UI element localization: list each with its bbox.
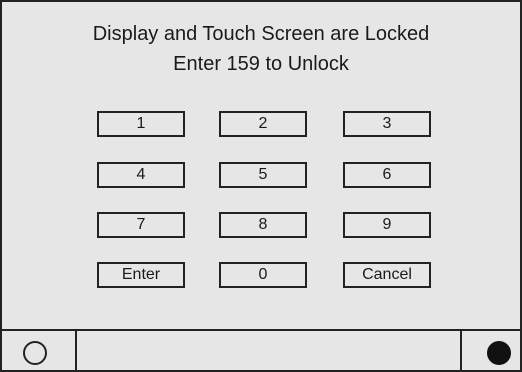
key-9-button[interactable]: 9	[343, 212, 431, 238]
enter-button[interactable]: Enter	[97, 262, 185, 288]
filled-circle-icon[interactable]	[487, 341, 511, 365]
cancel-button[interactable]: Cancel	[343, 262, 431, 288]
key-4-button[interactable]: 4	[97, 162, 185, 188]
right-divider	[460, 331, 462, 372]
left-divider	[75, 331, 77, 372]
key-7-button[interactable]: 7	[97, 212, 185, 238]
key-1-button[interactable]: 1	[97, 111, 185, 137]
key-0-button[interactable]: 0	[219, 262, 307, 288]
key-2-button[interactable]: 2	[219, 111, 307, 137]
bottom-status-bar	[2, 329, 520, 372]
lock-message-line-2: Enter 159 to Unlock	[173, 53, 349, 75]
key-6-button[interactable]: 6	[343, 162, 431, 188]
key-3-button[interactable]: 3	[343, 111, 431, 137]
key-5-button[interactable]: 5	[219, 162, 307, 188]
key-8-button[interactable]: 8	[219, 212, 307, 238]
lock-message-line-1: Display and Touch Screen are Locked	[92, 23, 430, 45]
lock-screen-panel: Display and Touch Screen are Locked Ente…	[0, 0, 522, 372]
open-circle-icon[interactable]	[23, 341, 47, 365]
